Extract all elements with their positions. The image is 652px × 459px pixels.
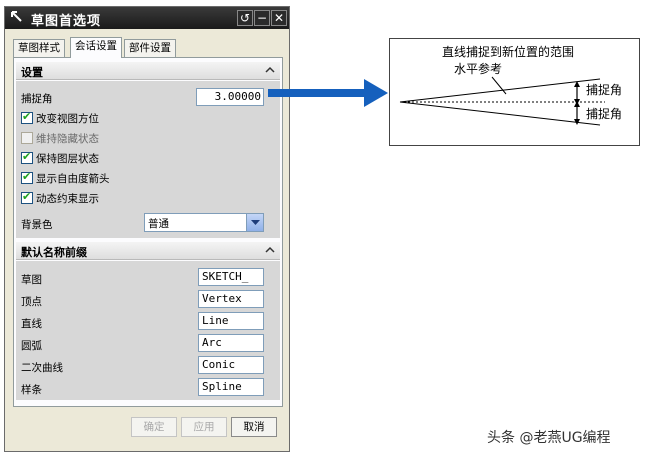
title-bar: 草图首选项 ↺ − ✕ [5, 7, 289, 29]
background-color-select[interactable]: 普通 [144, 213, 264, 232]
settings-section-body: 捕捉角 3.00000 改变视图方位 维持隐藏状态 保持图层状态 显示自由度箭头… [16, 81, 280, 238]
checkbox-checked-icon[interactable] [21, 190, 33, 204]
prefix-input-conic[interactable]: Conic [198, 356, 264, 374]
prefix-label-conic: 二次曲线 [21, 362, 63, 374]
background-color-label: 背景色 [21, 219, 53, 231]
diagram-angle-label-top: 捕捉角 [586, 83, 623, 97]
name-prefix-section-body: 草图 SKETCH_ 顶点 Vertex 直线 Line 圆弧 Arc 二次曲线… [16, 261, 280, 400]
dialog-title: 草图首选项 [31, 14, 102, 29]
tab-part-settings[interactable]: 部件设置 [124, 39, 176, 57]
name-prefix-section-header[interactable]: 默认名称前缀 [16, 242, 280, 260]
snap-angle-input[interactable]: 3.00000 [196, 88, 264, 106]
prefix-input-vertex[interactable]: Vertex [198, 290, 264, 308]
prefix-label-line: 直线 [21, 318, 42, 330]
callout-arrow-icon [268, 79, 388, 107]
prefix-input-arc[interactable]: Arc [198, 334, 264, 352]
dropdown-arrow-icon[interactable] [246, 214, 263, 231]
dynamic-constraint-display-checkbox[interactable]: 动态约束显示 [21, 190, 99, 205]
apply-button[interactable]: 应用 [181, 417, 227, 437]
collapse-chevron-icon[interactable] [264, 64, 276, 76]
checkbox-label: 显示自由度箭头 [36, 173, 110, 185]
app-logo-icon [11, 11, 22, 22]
checkbox-unchecked-icon [21, 132, 33, 144]
prefix-label-vertex: 顶点 [21, 296, 42, 308]
sketch-preferences-dialog: 草图首选项 ↺ − ✕ 草图样式 会话设置 部件设置 设置 捕捉角 3.0000… [4, 6, 290, 452]
background-color-value: 普通 [148, 218, 169, 230]
checkbox-checked-icon[interactable] [21, 110, 33, 124]
checkbox-label: 保持图层状态 [36, 153, 99, 165]
minimize-icon: − [256, 11, 268, 25]
checkbox-checked-icon[interactable] [21, 150, 33, 164]
prefix-input-line[interactable]: Line [198, 312, 264, 330]
cancel-button[interactable]: 取消 [231, 417, 277, 437]
checkbox-label: 改变视图方位 [36, 113, 99, 125]
tab-sketch-style[interactable]: 草图样式 [13, 39, 65, 57]
name-prefix-section-title: 默认名称前缀 [21, 246, 87, 259]
checkbox-label: 维持隐藏状态 [36, 133, 99, 145]
snap-angle-label: 捕捉角 [21, 93, 53, 105]
keep-layer-state-checkbox[interactable]: 保持图层状态 [21, 150, 99, 165]
diagram-angle-label-bottom: 捕捉角 [586, 107, 623, 121]
change-view-orientation-checkbox[interactable]: 改变视图方位 [21, 110, 99, 125]
session-settings-panel: 设置 捕捉角 3.00000 改变视图方位 维持隐藏状态 保持图层状态 显示自由… [13, 57, 283, 407]
collapse-chevron-icon[interactable] [264, 244, 276, 256]
prefix-input-sketch[interactable]: SKETCH_ [198, 268, 264, 286]
watermark-text: 头条 @老燕UG编程 [487, 430, 611, 446]
prefix-input-spline[interactable]: Spline [198, 378, 264, 396]
prefix-label-spline: 样条 [21, 384, 42, 396]
maintain-hidden-state-checkbox: 维持隐藏状态 [21, 131, 99, 145]
close-icon: ✕ [273, 11, 285, 25]
reset-dialog-button[interactable]: ↺ [237, 10, 253, 26]
show-dof-arrows-checkbox[interactable]: 显示自由度箭头 [21, 170, 110, 185]
prefix-label-arc: 圆弧 [21, 340, 42, 352]
checkbox-checked-icon[interactable] [21, 170, 33, 184]
snap-angle-diagram: 直线捕捉到新位置的范围 水平参考 捕捉角 捕捉角 [389, 38, 640, 146]
reset-icon: ↺ [239, 11, 251, 25]
checkbox-label: 动态约束显示 [36, 193, 99, 205]
prefix-label-sketch: 草图 [21, 274, 42, 286]
ok-button[interactable]: 确定 [131, 417, 177, 437]
settings-section-header[interactable]: 设置 [16, 62, 280, 80]
settings-section-title: 设置 [21, 66, 43, 79]
close-button[interactable]: ✕ [271, 10, 287, 26]
tab-session-settings[interactable]: 会话设置 [70, 37, 122, 58]
minimize-button[interactable]: − [254, 10, 270, 26]
